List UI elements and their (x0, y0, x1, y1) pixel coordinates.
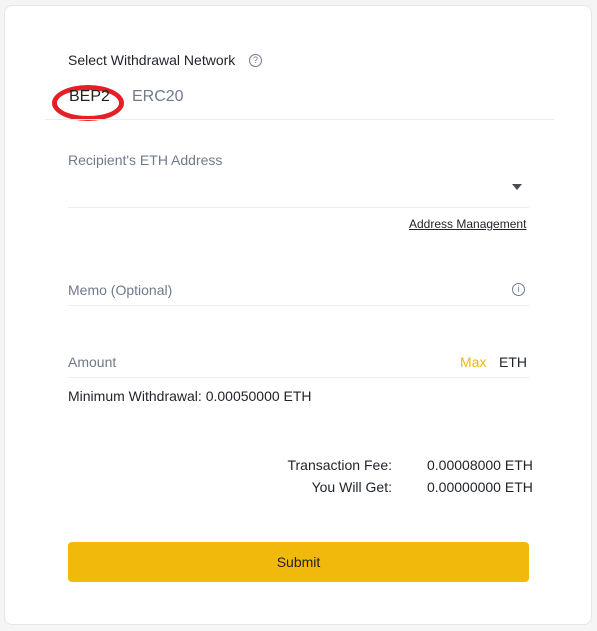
recipient-address-dropdown[interactable] (68, 176, 529, 208)
transaction-fee-value: 0.00008000 ETH (427, 457, 533, 473)
info-circle-icon[interactable]: i (512, 283, 525, 296)
minimum-withdrawal-text: Minimum Withdrawal: 0.00050000 ETH (68, 388, 312, 404)
submit-button[interactable]: Submit (68, 542, 529, 582)
question-circle-icon[interactable]: ? (249, 54, 262, 67)
amount-divider (68, 377, 529, 378)
you-will-get-value: 0.00000000 ETH (427, 479, 533, 495)
memo-field[interactable]: Memo (Optional) (68, 282, 172, 298)
tab-erc20[interactable]: ERC20 (132, 88, 184, 106)
memo-divider (68, 305, 529, 306)
recipient-address-label: Recipient's ETH Address (68, 152, 223, 168)
tab-bep2[interactable]: BEP2 (69, 88, 110, 106)
amount-field[interactable]: Amount (68, 354, 116, 370)
network-divider (45, 119, 554, 120)
max-button[interactable]: Max (460, 354, 486, 370)
address-management-link[interactable]: Address Management (409, 217, 526, 231)
you-will-get-label: You Will Get: (311, 479, 392, 495)
withdrawal-form-card: Select Withdrawal Network ? BEP2 ERC20 R… (4, 5, 592, 625)
transaction-fee-label: Transaction Fee: (287, 457, 392, 473)
recipient-divider (68, 207, 529, 208)
caret-down-icon[interactable] (512, 184, 522, 190)
network-section-title: Select Withdrawal Network (68, 52, 236, 68)
amount-unit: ETH (499, 354, 527, 370)
